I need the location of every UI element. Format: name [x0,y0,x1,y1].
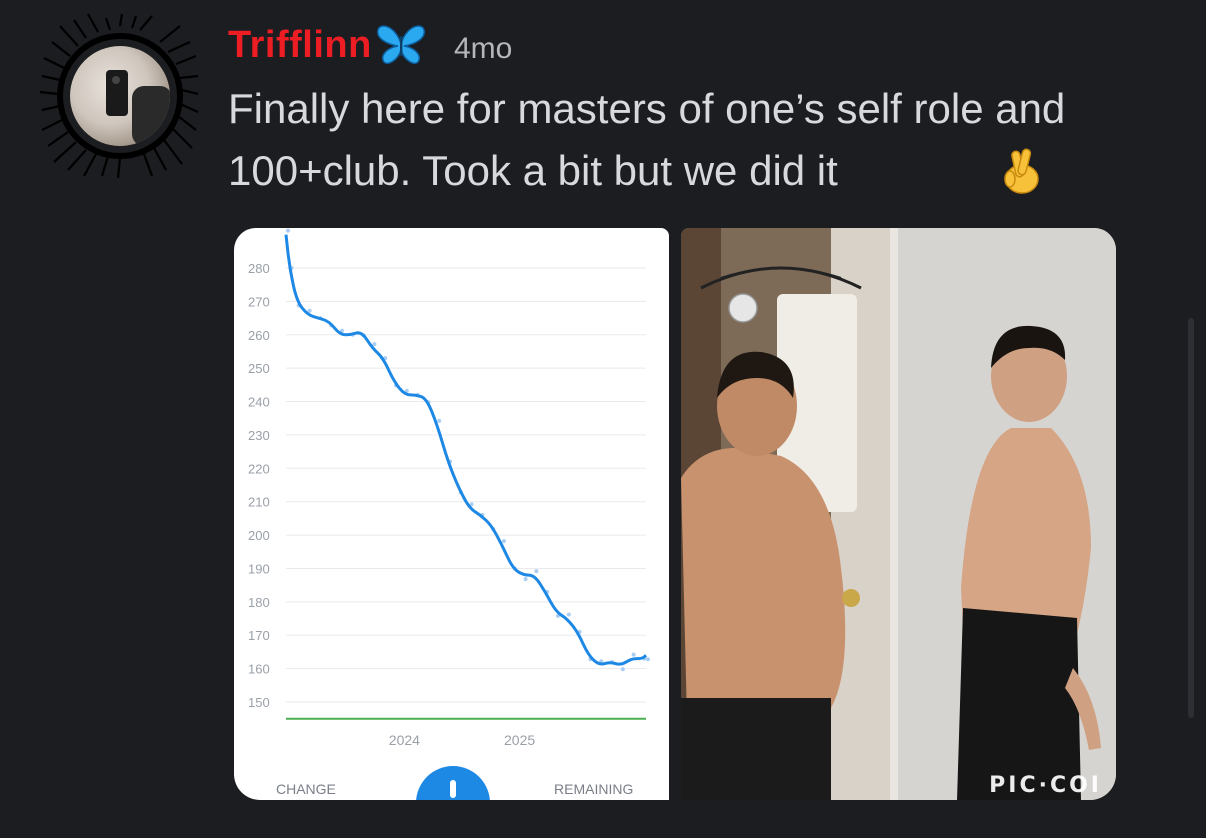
remaining-label: REMAINING [554,781,634,797]
y-tick-label: 230 [248,428,270,443]
y-tick-label: 170 [248,628,270,643]
y-tick-label: 200 [248,528,270,543]
watermark: PIC·COI [989,773,1102,798]
add-icon [450,780,456,798]
y-tick-label: 250 [248,361,270,376]
change-label: CHANGE [276,781,336,797]
y-tick-label: 160 [248,662,270,677]
progress-photo-shapes [681,228,1116,800]
y-tick-label: 190 [248,561,270,576]
author-avatar[interactable] [40,12,200,180]
attachment-weight-chart[interactable]: 280 270 260 250 240 230 220 210 200 190 180 170 160 1… [234,228,669,800]
data-point [534,569,539,574]
camera-shape [112,76,120,84]
y-tick-label: 280 [248,261,270,276]
weight-chart: 280 270 260 250 240 230 220 210 200 190 180 170 160 1… [248,228,650,748]
post-timestamp: 4mo [454,32,513,65]
crossed-fingers-icon [1004,148,1039,194]
x-tick-label: 2024 [389,732,420,748]
author-username[interactable]: Trifflinn [228,24,372,67]
y-tick-label: 240 [248,395,270,410]
data-point [437,418,442,423]
y-tick-label: 260 [248,328,270,343]
y-tick-label: 180 [248,595,270,610]
y-tick-label: 210 [248,495,270,510]
data-point [502,539,506,544]
data-point [566,612,571,617]
y-tick-label: 150 [248,695,270,710]
data-point [286,228,290,233]
data-point [372,342,377,347]
shirt-shape [132,86,170,146]
y-tick-label: 220 [248,461,270,476]
avatar-photo [70,46,170,146]
data-point [620,667,625,672]
x-tick-label: 2025 [504,732,535,748]
weight-trend-line [284,234,648,666]
attachment-progress-photo[interactable]: PIC·COI [681,228,1116,800]
y-tick-label: 270 [248,294,270,309]
post-message: Finally here for masters of one’s self r… [228,85,1066,194]
data-point [646,657,650,662]
data-point [523,577,528,582]
scrollbar[interactable] [1188,318,1194,718]
data-point [631,652,636,657]
butterfly-icon [377,25,425,64]
